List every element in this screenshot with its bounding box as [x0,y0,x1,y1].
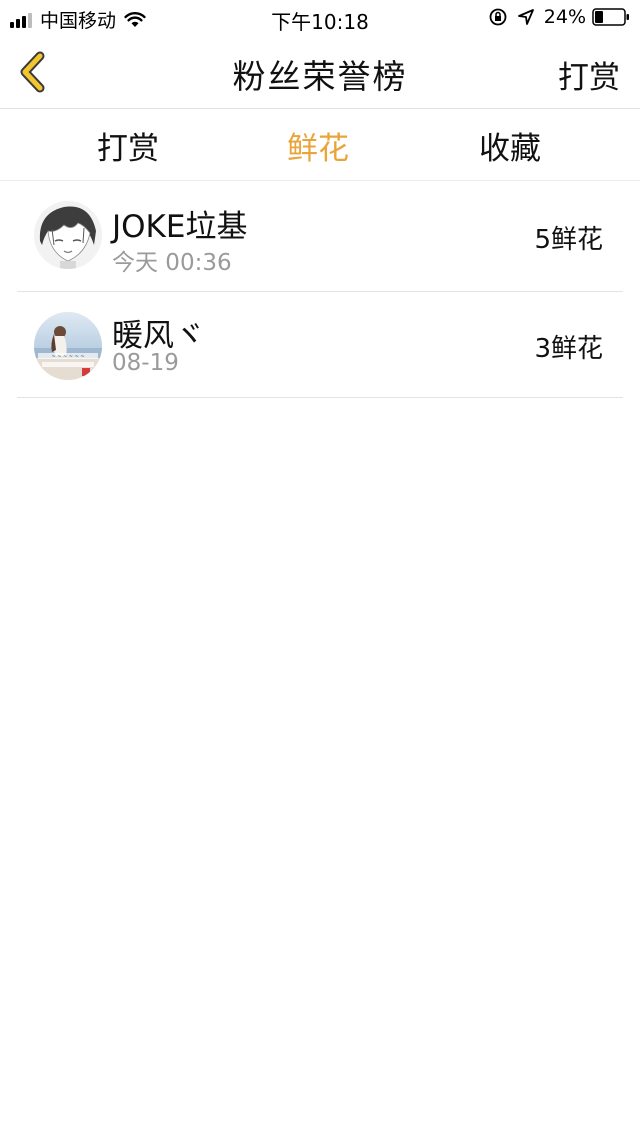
tab-tips[interactable]: 打赏 [68,123,188,168]
avatar[interactable]: ~ ~ ~ ~ ~ ~ [34,312,102,380]
tab-bar: 打赏 鲜花 收藏 [0,109,640,181]
user-time: 08-19 [112,350,179,376]
avatar[interactable] [34,201,102,269]
anime-boy-avatar-image [34,201,102,269]
orientation-lock-icon [489,8,507,26]
list-item[interactable]: JOKE垃基 今天 00:36 5鲜花 [17,181,623,292]
user-time: 今天 00:36 [112,250,232,276]
tab-flowers[interactable]: 鲜花 [258,123,378,168]
location-icon [517,9,534,25]
status-right: 24% [488,6,630,28]
page-title: 粉丝荣誉榜 [232,57,408,96]
user-name: 暖风ヾ [112,318,205,354]
tab-favorites[interactable]: 收藏 [450,123,570,168]
list-item[interactable]: ~ ~ ~ ~ ~ ~ 暖风ヾ 08-19 3鲜花 [17,292,623,398]
nav-bar: 粉丝荣誉榜 打赏 [0,36,640,109]
screen: 中国移动 下午10:18 24% 粉丝荣誉榜 打赏 打赏 鲜花 收藏 JOKE垃… [0,0,640,1139]
battery-percentage: 24% [543,6,586,28]
tip-button[interactable]: 打赏 [558,52,620,97]
girl-seaside-avatar-image: ~ ~ ~ ~ ~ ~ [34,312,102,380]
fan-list: JOKE垃基 今天 00:36 5鲜花 ~ ~ ~ ~ ~ ~ 暖风ヾ 08-1… [0,181,640,398]
svg-text:~ ~ ~ ~ ~ ~: ~ ~ ~ ~ ~ ~ [51,354,84,360]
battery-icon [592,8,629,26]
user-name: JOKE垃基 [112,209,248,245]
flower-count: 3鲜花 [534,334,603,364]
status-bar: 中国移动 下午10:18 24% [0,0,640,36]
flower-count: 5鲜花 [534,225,603,255]
